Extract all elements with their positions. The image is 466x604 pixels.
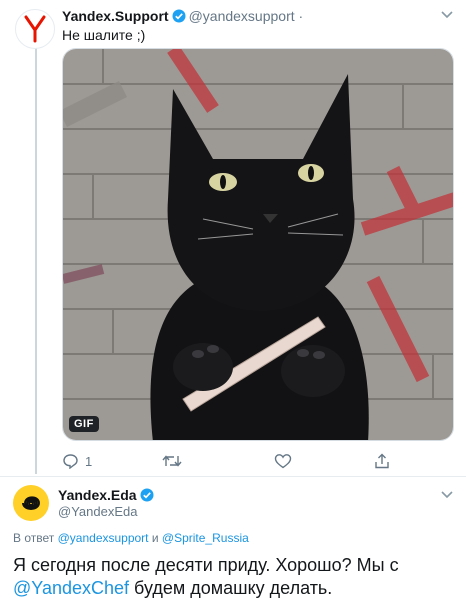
retweet-icon (162, 455, 182, 467)
tweet-text: Я сегодня после десяти приду. Хорошо? Мы… (13, 554, 458, 600)
spiral-logo-icon (22, 496, 40, 510)
thread-connector (35, 46, 37, 474)
gif-badge: GIF (69, 416, 99, 432)
tweet-text-part: Я сегодня после десяти приду. Хорошо? Мы… (13, 555, 399, 575)
yandex-logo-icon (24, 15, 46, 43)
reply-icon (63, 454, 78, 469)
reply-context: В ответ @yandexsupport и @Sprite_Russia (13, 531, 249, 545)
tweet-actions: 1 (62, 453, 454, 473)
author-name-line: Yandex.Eda (58, 487, 157, 505)
reply-prefix: В ответ (13, 531, 55, 545)
chevron-down-icon[interactable] (440, 486, 454, 504)
mention-link[interactable]: @YandexChef (13, 578, 129, 598)
reply-mention-link[interactable]: @Sprite_Russia (162, 531, 249, 545)
verified-badge-icon (172, 9, 186, 26)
separator-dot: · (298, 8, 304, 24)
reply-button[interactable]: 1 (62, 453, 92, 469)
author-handle[interactable]: @yandexsupport (189, 8, 295, 24)
reply-mention-link[interactable]: @yandexsupport (58, 531, 149, 545)
retweet-button[interactable] (162, 453, 182, 469)
author-name[interactable]: Yandex.Support (62, 8, 169, 24)
tweet-text-part: будем домашку делать. (134, 578, 333, 598)
tweet-text: Не шалите ;) (62, 27, 146, 43)
yandex-support-avatar[interactable] (15, 9, 55, 49)
author-name[interactable]: Yandex.Eda (58, 487, 137, 503)
verified-badge-icon (140, 488, 154, 505)
like-button[interactable] (274, 453, 292, 469)
divider (0, 476, 466, 477)
gif-media[interactable]: GIF (62, 48, 454, 441)
yandex-eda-avatar[interactable] (13, 485, 49, 521)
reply-and: и (151, 531, 159, 545)
black-cat-gif-image (63, 49, 453, 440)
share-icon (375, 453, 389, 469)
share-button[interactable] (374, 453, 390, 469)
chevron-down-icon[interactable] (440, 6, 454, 24)
heart-icon (274, 454, 292, 469)
reply-count: 1 (85, 453, 93, 469)
author-handle[interactable]: @YandexEda (58, 504, 137, 519)
tweet-header: Yandex.Support @yandexsupport · (62, 8, 303, 26)
